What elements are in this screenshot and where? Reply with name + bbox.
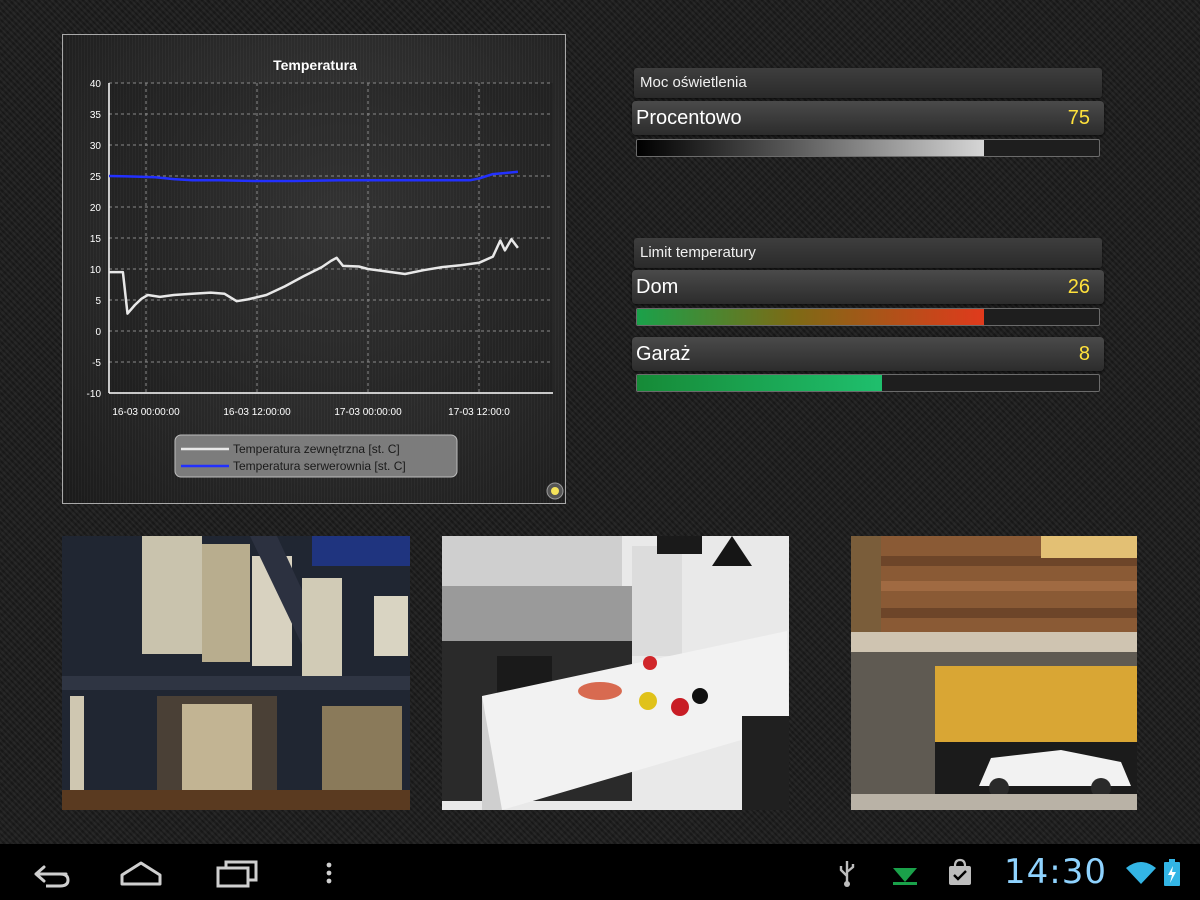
system-navigation-bar: 14:30	[0, 844, 1200, 900]
x-tick-label: 16-03 00:00:00	[112, 407, 180, 418]
lighting-section-header: Moc oświetlenia	[634, 68, 1102, 98]
house-exterior-image	[62, 536, 410, 810]
temp-limit-row-dom: Dom 26	[632, 270, 1104, 304]
garage-temp-slider-fill	[637, 375, 882, 391]
back-icon[interactable]	[26, 858, 70, 888]
garage-value: 8	[1078, 343, 1090, 365]
y-tick-label: -5	[92, 358, 101, 369]
wifi-icon[interactable]	[1124, 858, 1158, 888]
house-exterior-photo[interactable]	[62, 536, 410, 810]
x-tick-label: 17-03 12:00:0	[448, 407, 510, 418]
status-clock: 14:30	[1004, 852, 1107, 892]
garage-photo[interactable]	[851, 536, 1137, 810]
temp-limit-row-garage: Garaż 8	[632, 337, 1104, 371]
battery-icon[interactable]	[1162, 858, 1182, 888]
lighting-slider[interactable]	[636, 139, 1100, 157]
legend-label-server: Temperatura serwerownia [st. C]	[233, 459, 406, 473]
y-tick-label: 10	[90, 265, 102, 276]
y-tick-label: 25	[90, 172, 102, 183]
y-tick-label: 35	[90, 110, 102, 121]
chart-title: Temperatura	[273, 57, 357, 73]
y-tick-label: 15	[90, 234, 102, 245]
kitchen-image	[442, 536, 789, 810]
dom-temp-slider[interactable]	[636, 308, 1100, 326]
dom-value: 26	[1067, 276, 1090, 298]
x-tick-label: 16-03 12:00:00	[223, 407, 291, 418]
y-tick-label: 5	[95, 296, 101, 307]
lighting-value: 75	[1067, 107, 1090, 129]
garage-image	[851, 536, 1137, 810]
usb-icon[interactable]	[836, 858, 858, 888]
garage-label: Garaż	[636, 343, 691, 365]
y-tick-label: 40	[90, 79, 102, 90]
y-tick-label: -10	[87, 389, 102, 400]
home-icon[interactable]	[118, 858, 164, 888]
recent-apps-icon[interactable]	[214, 858, 260, 888]
dom-label: Dom	[636, 276, 679, 298]
lighting-label: Procentowo	[636, 107, 742, 129]
temperature-chart-panel: Temperatura -10 -5 0 5 10 15 20 25 30 35 40 16-03 0…	[62, 34, 566, 504]
kitchen-photo[interactable]	[442, 536, 789, 810]
y-tick-label: 30	[90, 141, 102, 152]
shopping-bag-icon[interactable]	[946, 858, 974, 888]
temperature-chart: Temperatura -10 -5 0 5 10 15 20 25 30 35 40 16-03 0…	[87, 57, 564, 500]
y-tick-label: 20	[90, 203, 102, 214]
overflow-menu-icon[interactable]	[322, 858, 336, 888]
lighting-header-label: Moc oświetlenia	[640, 74, 747, 91]
lighting-slider-fill	[637, 140, 984, 156]
chart-legend: Temperatura zewnętrzna [st. C] Temperatu…	[174, 434, 458, 478]
temp-limit-section-header: Limit temperatury	[634, 238, 1102, 268]
garage-temp-slider[interactable]	[636, 374, 1100, 392]
lighting-row: Procentowo 75	[632, 101, 1104, 135]
lightbulb-icon[interactable]	[546, 482, 564, 500]
y-tick-label: 0	[95, 327, 101, 338]
legend-label-outdoor: Temperatura zewnętrzna [st. C]	[233, 442, 400, 456]
temp-limit-header-label: Limit temperatury	[640, 244, 756, 261]
x-tick-label: 17-03 00:00:00	[334, 407, 402, 418]
download-notification-icon[interactable]	[890, 858, 920, 888]
dom-temp-slider-fill	[637, 309, 984, 325]
